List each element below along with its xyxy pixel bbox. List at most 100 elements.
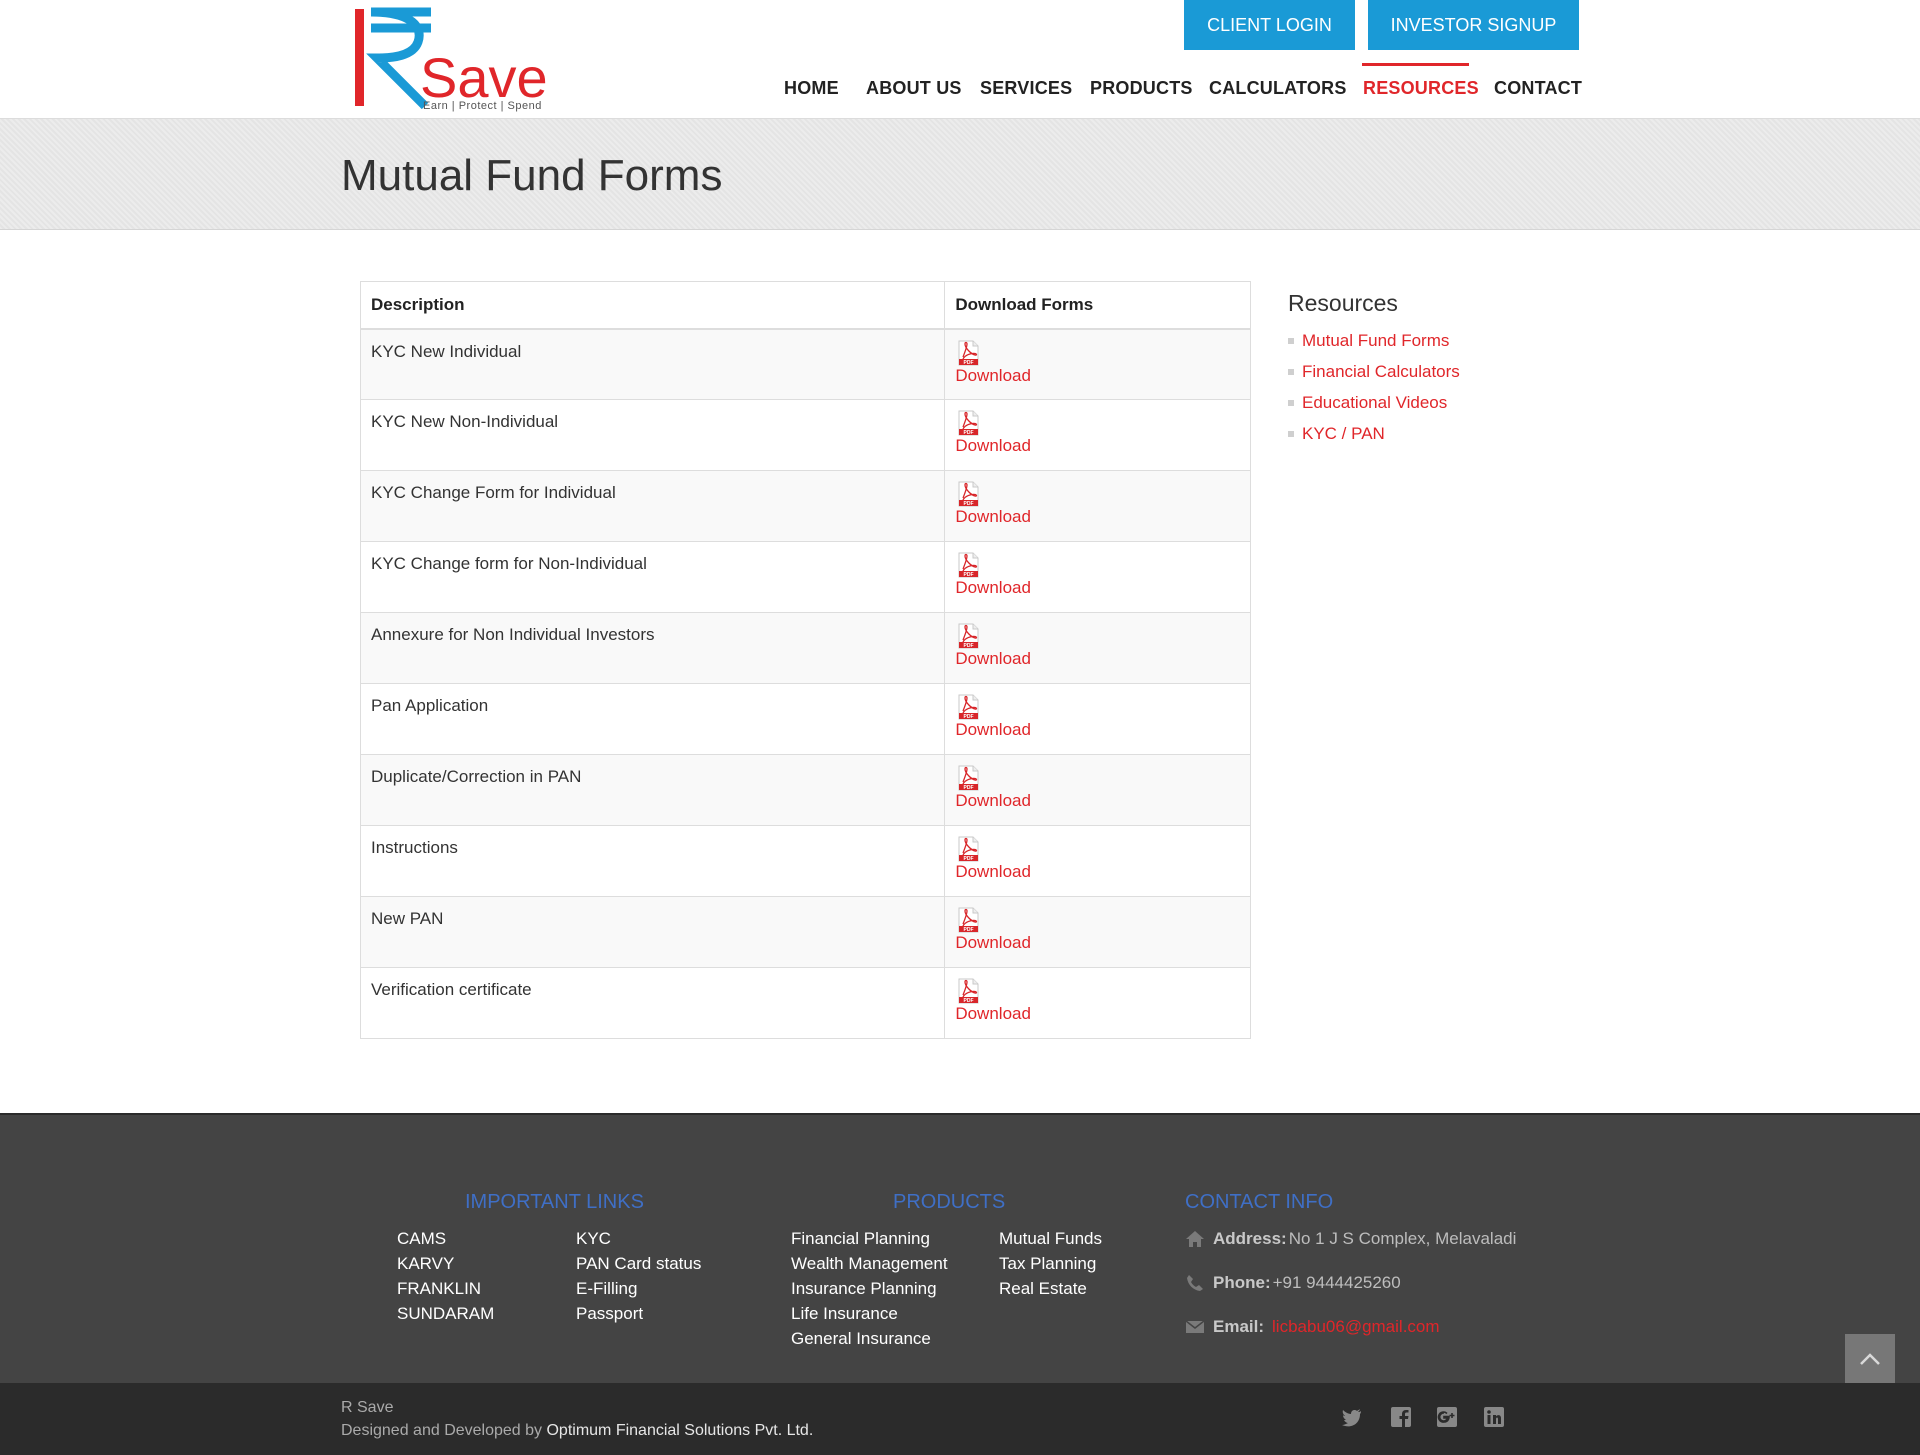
designed-by-company-link[interactable]: Optimum Financial Solutions Pvt. Ltd. [546, 1422, 813, 1439]
footer-link-passport[interactable]: Passport [576, 1304, 643, 1324]
page-title-band: Mutual Fund Forms [0, 119, 1920, 230]
download-link[interactable]: Download [955, 578, 1240, 598]
home-icon [1186, 1231, 1204, 1247]
footer-link-insurance-planning[interactable]: Insurance Planning [791, 1279, 937, 1299]
download-cell: PDF Download [944, 399, 1251, 471]
table-row: KYC New Non-Individual PDF Download [359, 399, 1251, 471]
form-description: New PAN [359, 896, 946, 968]
footer-link-life-insurance[interactable]: Life Insurance [791, 1304, 898, 1324]
pdf-icon[interactable]: PDF [956, 836, 982, 862]
download-cell: PDF Download [944, 328, 1251, 400]
download-cell: PDF Download [944, 825, 1251, 897]
download-link[interactable]: Download [955, 933, 1240, 953]
svg-text:PDF: PDF [964, 360, 974, 366]
contact-info-heading: CONTACT INFO [1185, 1191, 1334, 1213]
form-description: Verification certificate [359, 967, 946, 1039]
pdf-icon[interactable]: PDF [956, 481, 982, 507]
sidebar-item-kyc-pan[interactable]: KYC / PAN [1288, 424, 1588, 455]
sidebar-item-educational-videos[interactable]: Educational Videos [1288, 393, 1588, 424]
email-label: Email: [1213, 1317, 1265, 1336]
page-title: Mutual Fund Forms [341, 151, 723, 200]
table-row: Pan Application PDF Download [359, 683, 1251, 755]
address-value: No 1 J S Complex, Melavaladi [1288, 1229, 1517, 1248]
nav-item-calculators[interactable]: CALCULATORS [1209, 78, 1347, 99]
form-description: KYC New Non-Individual [359, 399, 946, 471]
download-link[interactable]: Download [955, 366, 1240, 386]
pdf-icon[interactable]: PDF [956, 552, 982, 578]
download-cell: PDF Download [944, 541, 1251, 613]
phone-icon [1187, 1275, 1203, 1291]
footer-link-e-filling[interactable]: E-Filling [576, 1279, 637, 1299]
pdf-icon[interactable]: PDF [956, 410, 982, 436]
footer-link-mutual-funds[interactable]: Mutual Funds [999, 1229, 1102, 1249]
table-row: Annexure for Non Individual Investors PDF… [359, 612, 1251, 684]
download-link[interactable]: Download [955, 436, 1240, 456]
download-link[interactable]: Download [955, 720, 1240, 740]
footer-link-franklin[interactable]: FRANKLIN [397, 1279, 481, 1299]
forms-table: Description Download Forms KYC New Indiv… [359, 281, 1251, 1039]
download-cell: PDF Download [944, 683, 1251, 755]
copyright-name: R Save [341, 1399, 394, 1416]
table-row: New PAN PDF Download [359, 896, 1251, 968]
nav-item-resources[interactable]: RESOURCES [1363, 78, 1479, 99]
sidebar-item-financial-calculators[interactable]: Financial Calculators [1288, 362, 1588, 393]
contact-phone: Phone: +91 9444425260 [1185, 1273, 1401, 1293]
download-link[interactable]: Download [955, 1004, 1240, 1024]
twitter-icon[interactable] [1342, 1407, 1362, 1427]
form-description: Duplicate/Correction in PAN [359, 754, 946, 826]
back-to-top-button[interactable] [1845, 1334, 1895, 1383]
download-cell: PDF Download [944, 612, 1251, 684]
email-link[interactable]: licbabu06@gmail.com [1272, 1317, 1440, 1337]
pdf-icon[interactable]: PDF [956, 340, 982, 366]
sidebar-list: Mutual Fund Forms Financial Calculators … [1288, 331, 1588, 455]
form-description: KYC Change form for Non-Individual [359, 541, 946, 613]
nav-item-home[interactable]: HOME [784, 78, 839, 99]
table-row: Verification certificate PDF Download [359, 967, 1251, 1039]
footer-link-kyc[interactable]: KYC [576, 1229, 611, 1249]
footer-link-real-estate[interactable]: Real Estate [999, 1279, 1087, 1299]
download-link[interactable]: Download [955, 507, 1240, 527]
download-link[interactable]: Download [955, 649, 1240, 669]
footer-link-karvy[interactable]: KARVY [397, 1254, 454, 1274]
pdf-icon[interactable]: PDF [956, 978, 982, 1004]
main-nav: HOME ABOUT US SERVICES PRODUCTS CALCULAT… [0, 62, 1920, 118]
footer-link-general-insurance[interactable]: General Insurance [791, 1329, 931, 1349]
download-cell: PDF Download [944, 470, 1251, 542]
sidebar-item-mutual-fund-forms[interactable]: Mutual Fund Forms [1288, 331, 1588, 362]
footer-link-sundaram[interactable]: SUNDARAM [397, 1304, 494, 1324]
client-login-button[interactable]: CLIENT LOGIN [1184, 0, 1355, 50]
nav-item-services[interactable]: SERVICES [980, 78, 1072, 99]
table-row: KYC Change form for Non-Individual PDF Dow… [359, 541, 1251, 613]
facebook-icon[interactable] [1391, 1407, 1411, 1427]
designed-by-prefix: Designed and Developed by [341, 1422, 547, 1439]
google-plus-icon[interactable] [1437, 1407, 1457, 1427]
footer-link-wealth-management[interactable]: Wealth Management [791, 1254, 948, 1274]
chevron-up-icon [1860, 1352, 1880, 1365]
footer-link-financial-planning[interactable]: Financial Planning [791, 1229, 930, 1249]
nav-item-products[interactable]: PRODUCTS [1090, 78, 1193, 99]
resources-sidebar: Resources Mutual Fund Forms Financial Ca… [1288, 290, 1588, 455]
form-description: Annexure for Non Individual Investors [359, 612, 946, 684]
contact-address: Address: No 1 J S Complex, Melavaladi [1185, 1229, 1516, 1249]
footer-link-tax-planning[interactable]: Tax Planning [999, 1254, 1096, 1274]
pdf-icon[interactable]: PDF [956, 907, 982, 933]
form-description: Instructions [359, 825, 946, 897]
sidebar-title: Resources [1288, 290, 1398, 316]
download-link[interactable]: Download [955, 791, 1240, 811]
linkedin-icon[interactable] [1484, 1407, 1504, 1427]
table-row: KYC New Individual PDF Download [359, 328, 1251, 400]
nav-item-contact[interactable]: CONTACT [1494, 78, 1582, 99]
download-link[interactable]: Download [955, 862, 1240, 882]
footer-link-cams[interactable]: CAMS [397, 1229, 446, 1249]
phone-label: Phone: [1213, 1273, 1271, 1292]
pdf-icon[interactable]: PDF [956, 765, 982, 791]
investor-signup-button[interactable]: INVESTOR SIGNUP [1368, 0, 1579, 50]
table-row: Duplicate/Correction in PAN PDF Download [359, 754, 1251, 826]
phone-value: +91 9444425260 [1272, 1273, 1401, 1292]
pdf-icon[interactable]: PDF [956, 694, 982, 720]
designed-by: Designed and Developed by Optimum Financ… [341, 1422, 813, 1440]
pdf-icon[interactable]: PDF [956, 623, 982, 649]
site-footer: IMPORTANT LINKS CAMS KARVY FRANKLIN SUND… [0, 1113, 1920, 1383]
footer-link-pan-card-status[interactable]: PAN Card status [576, 1254, 701, 1274]
nav-item-about-us[interactable]: ABOUT US [866, 78, 962, 99]
